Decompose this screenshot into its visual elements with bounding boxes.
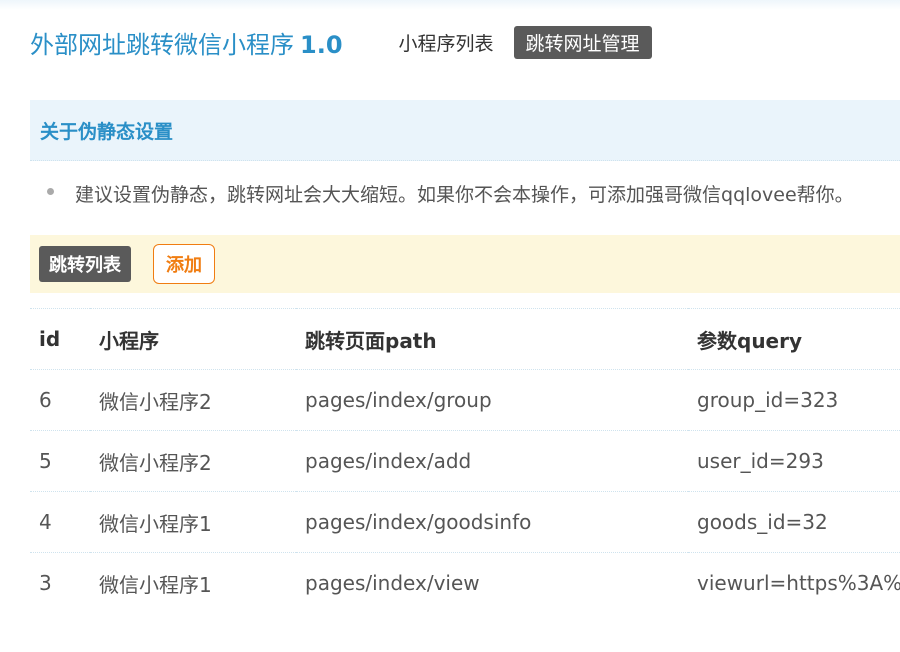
table-row: 6 微信小程序2 pages/index/group group_id=323 bbox=[30, 369, 900, 431]
nav-tab-redirect-management[interactable]: 跳转网址管理 bbox=[513, 25, 652, 59]
table-row: 5 微信小程序2 pages/index/add user_id=293 bbox=[30, 430, 900, 492]
rewrite-tip: 建议设置伪静态，跳转网址会大大缩短。如果你不会本操作，可添加强哥微信qqlove… bbox=[30, 164, 900, 222]
cell-query: group_id=323 bbox=[688, 369, 900, 431]
rewrite-section-header: 关于伪静态设置 bbox=[30, 100, 900, 161]
table-row: 3 微信小程序1 pages/index/view viewurl=https%… bbox=[30, 552, 900, 613]
rewrite-tip-text: 建议设置伪静态，跳转网址会大大缩短。如果你不会本操作，可添加强哥微信qqlove… bbox=[75, 183, 854, 206]
column-header-path: 跳转页面path bbox=[296, 308, 688, 370]
bullet-icon bbox=[47, 187, 54, 195]
cell-miniprogram: 微信小程序2 bbox=[90, 430, 296, 492]
app-title: 外部网址跳转微信小程序 1.0 bbox=[30, 25, 343, 60]
table-header-row: id 小程序 跳转页面path 参数query bbox=[30, 308, 900, 370]
top-gradient bbox=[0, 0, 900, 10]
page-header: 外部网址跳转微信小程序 1.0 小程序列表 跳转网址管理 bbox=[30, 24, 662, 60]
cell-path: pages/index/view bbox=[296, 552, 688, 613]
column-header-miniprogram: 小程序 bbox=[90, 308, 296, 370]
cell-path: pages/index/group bbox=[296, 369, 688, 431]
cell-miniprogram: 微信小程序1 bbox=[90, 552, 296, 613]
cell-query: goods_id=32 bbox=[688, 491, 900, 553]
app-version: 1.0 bbox=[300, 30, 343, 59]
top-nav: 小程序列表 跳转网址管理 bbox=[389, 25, 662, 59]
column-header-id: id bbox=[30, 308, 90, 370]
cell-query: viewurl=https%3A% bbox=[688, 552, 900, 613]
cell-path: pages/index/goodsinfo bbox=[296, 491, 688, 553]
cell-id: 6 bbox=[30, 369, 90, 431]
nav-tab-miniprogram-list[interactable]: 小程序列表 bbox=[389, 26, 504, 59]
table-row: 4 微信小程序1 pages/index/goodsinfo goods_id=… bbox=[30, 491, 900, 553]
cell-id: 3 bbox=[30, 552, 90, 613]
cell-id: 5 bbox=[30, 430, 90, 492]
cell-query: user_id=293 bbox=[688, 430, 900, 492]
add-button[interactable]: 添加 bbox=[153, 244, 215, 284]
cell-miniprogram: 微信小程序1 bbox=[90, 491, 296, 553]
app-title-text: 外部网址跳转微信小程序 bbox=[30, 30, 294, 59]
cell-id: 4 bbox=[30, 491, 90, 553]
cell-path: pages/index/add bbox=[296, 430, 688, 492]
redirect-table: id 小程序 跳转页面path 参数query 6 微信小程序2 pages/i… bbox=[30, 308, 900, 613]
column-header-query: 参数query bbox=[688, 308, 900, 370]
rewrite-section-title: 关于伪静态设置 bbox=[40, 120, 174, 143]
cell-miniprogram: 微信小程序2 bbox=[90, 369, 296, 431]
redirect-list-header: 跳转列表 添加 bbox=[30, 235, 900, 293]
redirect-list-label: 跳转列表 bbox=[39, 246, 131, 282]
